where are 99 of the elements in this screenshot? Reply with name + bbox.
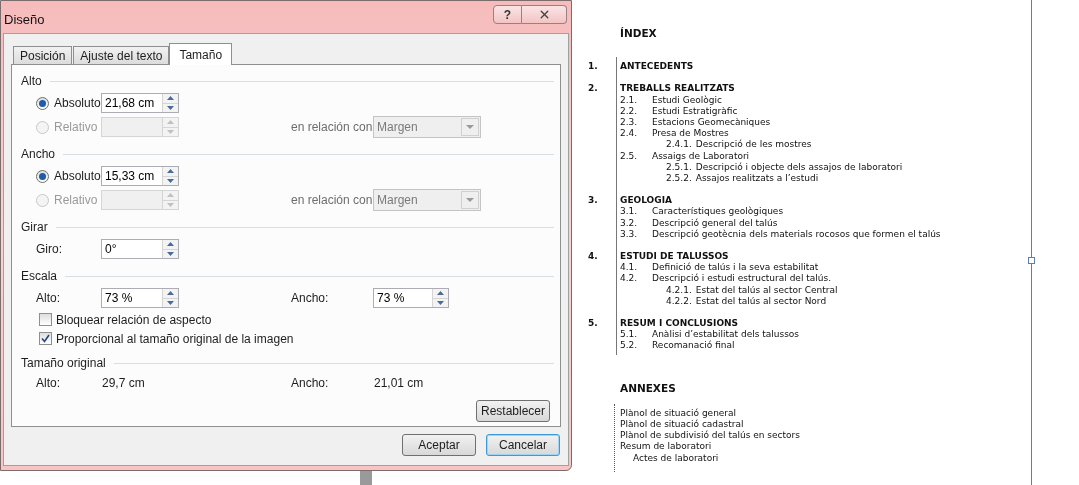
annex-entry: Actes de laboratori — [632, 452, 720, 464]
index-entry: Presa de Mostres — [652, 128, 729, 139]
help-button[interactable]: ? — [493, 5, 522, 24]
field-label: Ancho: — [291, 375, 330, 392]
index-number: 2.3. — [620, 117, 639, 129]
field-label: Giro: — [36, 241, 63, 258]
tab[interactable]: Tamaño — [169, 43, 233, 65]
index-number: 4.1. — [620, 262, 639, 274]
caret-icon — [461, 191, 479, 209]
index-entry: Estudi Estratigràfic — [652, 105, 738, 117]
index-title: ÍNDEX — [620, 28, 658, 40]
spin-field[interactable]: 73 % — [101, 288, 179, 308]
spin-field[interactable]: 0° — [101, 239, 179, 259]
spinner-arrows-icon[interactable] — [162, 94, 178, 112]
radio-button[interactable] — [36, 96, 49, 110]
index-number: 4.2.1. — [666, 284, 692, 296]
index-entry: Característiques geològiques — [652, 206, 784, 218]
annexes-title: ANNEXES — [620, 382, 677, 394]
index-heading: ANTECEDENTS — [620, 61, 694, 73]
checkbox-label: Proporcional al tamaño original de la imagen — [56, 330, 294, 348]
index-number: 2.1. — [620, 94, 639, 106]
radio-label: Relativo — [54, 119, 98, 136]
spinner-arrows-icon[interactable] — [162, 240, 178, 258]
group-heading: Girar — [21, 219, 48, 236]
dialog-button[interactable]: Aceptar — [402, 434, 476, 456]
index-entry: Descripció general del talús — [652, 217, 778, 229]
radio-label: Absoluto — [54, 95, 101, 112]
spinner-arrows-icon[interactable] — [162, 167, 178, 185]
index-entry: Estacions Geomecàniques — [652, 117, 771, 129]
radio-button[interactable] — [36, 169, 49, 183]
spin-field[interactable]: 73 % — [373, 288, 449, 308]
radio-label: Relativo — [54, 192, 98, 209]
checkbox[interactable] — [39, 332, 52, 345]
spin-field[interactable]: 15,33 cm — [101, 166, 179, 186]
index-entry: Estat del talús al sector Nord — [695, 295, 827, 308]
index-entry: Definició de talús i la seva estabilitat — [652, 262, 819, 273]
field-label: Alto: — [36, 290, 61, 307]
spin-field[interactable] — [101, 190, 179, 210]
dialog-button[interactable]: Cancelar — [486, 434, 560, 456]
index-number: 2.5. — [620, 150, 639, 162]
index-number: 4.2. — [620, 273, 639, 285]
spinner-arrows-icon[interactable] — [162, 289, 178, 307]
spin-field[interactable]: 21,68 cm — [101, 93, 179, 113]
field-label: Alto: — [36, 375, 61, 392]
index-entry: Recomanació final — [652, 340, 735, 352]
index-entry: Descripció i objecte dels assajos de laboratori — [695, 161, 903, 174]
index-heading: ESTUDI DE TALUSSOS — [620, 251, 730, 262]
group-heading: Tamaño original — [21, 355, 106, 372]
index-entry: Assajos realitzats a l’estudi — [695, 173, 819, 185]
field-value: 21,01 cm — [373, 375, 425, 392]
window-title: Diseño — [4, 11, 45, 29]
radio-label: Absoluto — [54, 168, 101, 185]
index-heading: RESUM I CONCLUSIONS — [620, 318, 740, 330]
index-entry: Descripció i estudi estructural del talús. — [652, 273, 832, 285]
index-number: 3.1. — [620, 206, 639, 218]
index-entry: Estudi Geològic — [652, 94, 722, 106]
index-number: 2.4. — [620, 128, 639, 140]
tab[interactable]: Posición — [13, 46, 73, 64]
spin-field[interactable] — [101, 117, 179, 137]
index-number: 4.2.2. — [666, 295, 692, 308]
annex-entry: Resum de laboratori — [620, 441, 713, 453]
relation-label: en relación con — [291, 119, 373, 136]
index-number: 3.2. — [620, 217, 639, 229]
group-heading: Ancho — [21, 146, 56, 163]
group-heading: Alto — [21, 73, 42, 90]
annex-entry: Plànol de situació general — [620, 407, 738, 419]
caret-icon — [461, 118, 479, 136]
index-entry: Descripció geotècnia dels materials rocosos que formen el talús — [652, 228, 941, 241]
index-number: 5. — [588, 318, 599, 331]
index-number: 1. — [588, 61, 599, 74]
index-number: 2.4.1. — [666, 139, 692, 151]
field-label: Ancho: — [291, 290, 330, 307]
annex-entry: Plànol de subdivisió del talús en sectors — [620, 430, 801, 442]
resize-handle[interactable] — [1028, 257, 1035, 264]
index-number: 3. — [588, 195, 599, 208]
index-number: 2.5.2. — [666, 173, 692, 185]
spinner-arrows-icon[interactable] — [432, 289, 448, 307]
index-number: 4. — [588, 251, 599, 264]
index-entry: Estat del talús al sector Central — [695, 284, 838, 296]
index-heading: GEOLOGIA — [620, 195, 673, 207]
index-entry: Anàlisi d’estabilitat dels talussos — [652, 329, 800, 340]
index-number: 2. — [588, 83, 599, 96]
index-number: 5.1. — [620, 329, 639, 341]
index-entry: Assaigs de Laboratori — [652, 150, 750, 162]
annex-entry: Plànol de situació cadastral — [620, 419, 745, 430]
reset-button[interactable]: Restablecer — [476, 400, 550, 422]
close-button[interactable] — [522, 5, 567, 24]
tab[interactable]: Ajuste del texto — [73, 46, 170, 64]
relation-label: en relación con — [291, 192, 373, 209]
checkbox[interactable] — [39, 313, 52, 326]
index-entry: Descripció de les mostres — [695, 139, 812, 151]
group-heading: Escala — [21, 268, 58, 285]
index-number: 3.3. — [620, 228, 639, 241]
field-value: 29,7 cm — [101, 375, 146, 392]
index-number: 2.5.1. — [666, 161, 692, 174]
checkbox-label: Bloquear relación de aspecto — [56, 311, 212, 329]
index-number: 2.2. — [620, 105, 639, 117]
index-heading: TREBALLS REALITZATS — [620, 83, 736, 95]
index-number: 5.2. — [620, 340, 639, 352]
